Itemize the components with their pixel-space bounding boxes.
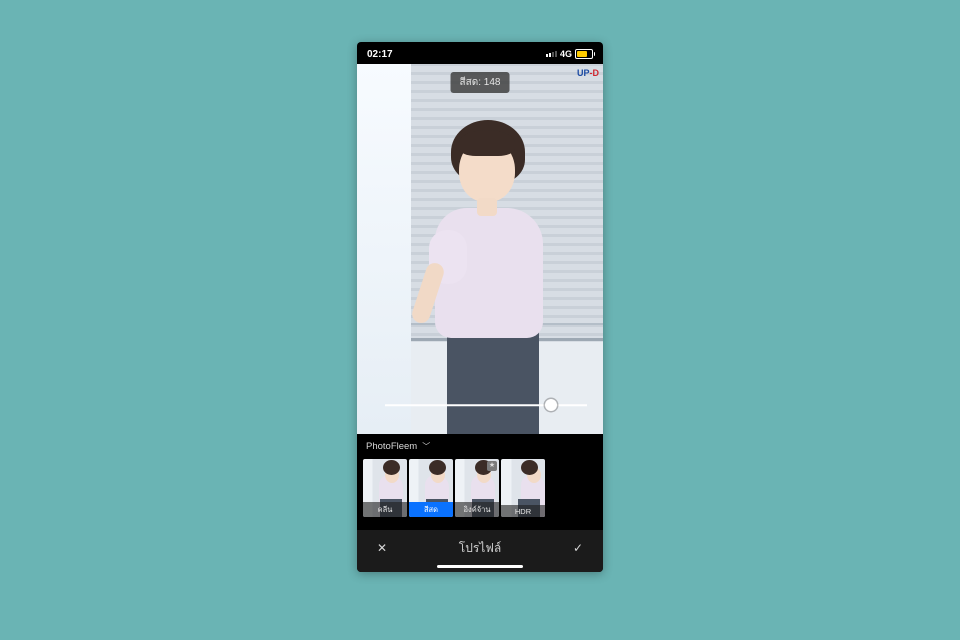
preset-label: คลีน (363, 502, 407, 517)
photo-canvas[interactable]: UP-D สีสด: 148 (357, 64, 603, 434)
panel-title: โปรไฟล์ (459, 539, 501, 558)
network-label: 4G (560, 49, 572, 59)
status-time: 02:17 (367, 49, 393, 60)
star-icon: ★ (487, 461, 497, 471)
preset-thumb[interactable]: ★ อิงค์จ้าน (455, 459, 499, 517)
preset-group-name: PhotoFleem (366, 441, 417, 452)
preset-thumb[interactable]: คลีน (363, 459, 407, 517)
home-indicator[interactable] (437, 565, 523, 569)
slider-thumb[interactable] (545, 399, 557, 411)
intensity-slider[interactable] (385, 398, 587, 412)
cancel-button[interactable]: ✕ (373, 541, 391, 555)
toast-value: 148 (484, 77, 501, 88)
preset-thumb[interactable]: HDR (501, 459, 545, 517)
battery-icon (575, 49, 593, 59)
preset-group-selector[interactable]: PhotoFleem ﹀ (357, 434, 603, 455)
phone-frame: 02:17 4G UP-D สีสด: 148 PhotoFleem ﹀ คลี… (357, 42, 603, 572)
adjustment-toast: สีสด: 148 (451, 72, 510, 93)
signal-icon (546, 51, 557, 57)
background-sign: UP-D (577, 68, 599, 78)
status-right: 4G (546, 49, 593, 59)
chevron-down-icon: ﹀ (422, 441, 430, 452)
toast-label: สีสด: (460, 77, 481, 88)
confirm-button[interactable]: ✓ (569, 541, 587, 555)
slider-track (385, 404, 587, 406)
preset-label: HDR (501, 505, 545, 517)
preset-thumbnails: คลีน สีสด ★ อิงค์จ้าน HDR (357, 455, 603, 523)
preset-label: อิงค์จ้าน (455, 502, 499, 517)
subject-person (411, 114, 561, 434)
preset-thumb[interactable]: สีสด (409, 459, 453, 517)
status-bar: 02:17 4G (357, 42, 603, 64)
preset-label: สีสด (409, 502, 453, 517)
